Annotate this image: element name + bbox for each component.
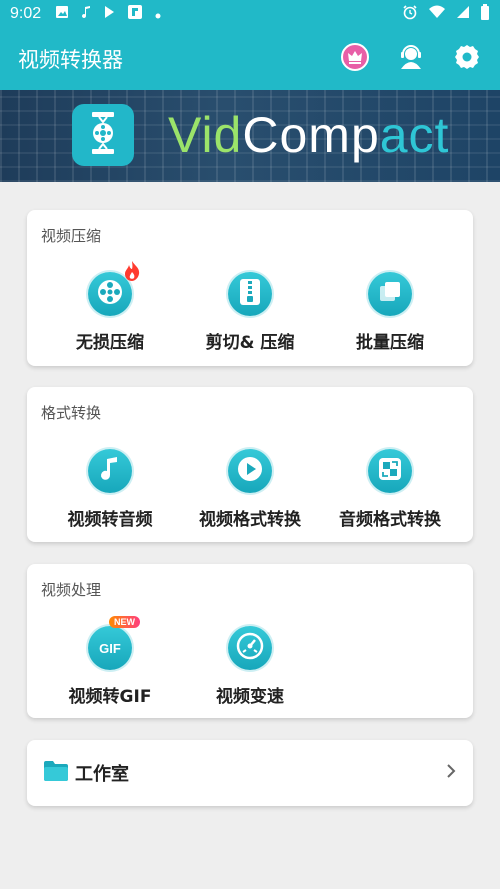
music-note-icon	[97, 455, 123, 487]
fire-icon	[122, 260, 142, 286]
zip-file-icon	[237, 277, 263, 311]
support-agent-icon	[397, 43, 425, 75]
alarm-icon	[402, 4, 418, 24]
lossless-compress-label: 无损压缩	[76, 333, 144, 353]
stack-icon	[376, 278, 404, 310]
convert-icon	[375, 454, 405, 488]
section-format-convert: 格式转换 视频转音频 视频格式转换 音频格式转换	[27, 387, 473, 542]
compress-film-icon	[83, 111, 123, 159]
studio-row[interactable]: 工作室	[27, 740, 473, 806]
lossless-compress-button[interactable]: 无损压缩	[40, 261, 180, 353]
app-title: 视频转换器	[18, 48, 123, 72]
folder-icon	[43, 760, 69, 786]
signal-icon	[456, 5, 470, 23]
speedometer-icon	[235, 631, 265, 665]
banner: VidCompact	[0, 90, 500, 182]
video-to-gif-button[interactable]: GIF NEW 视频转GIF	[40, 616, 180, 707]
batch-compress-button[interactable]: 批量压缩	[320, 272, 460, 353]
settings-button[interactable]	[452, 44, 482, 74]
cut-compress-label: 剪切& 压缩	[205, 333, 295, 353]
video-to-audio-label: 视频转音频	[67, 510, 153, 530]
video-speed-button[interactable]: 视频变速	[180, 626, 320, 707]
film-reel-icon	[95, 277, 125, 311]
play-icon	[235, 454, 265, 488]
battery-icon	[480, 4, 490, 24]
app-bar: 视频转换器	[0, 28, 500, 90]
status-bar: 9:02	[0, 0, 500, 28]
vip-button[interactable]	[340, 43, 370, 75]
section-video-compress: 视频压缩 无损压缩 剪切& 压缩 批量压缩	[27, 210, 473, 366]
image-icon	[55, 5, 69, 23]
new-badge: NEW	[109, 616, 140, 628]
video-to-gif-label: 视频转GIF	[68, 687, 152, 707]
wifi-icon	[428, 5, 446, 23]
gif-icon: GIF	[99, 640, 121, 656]
chevron-right-icon	[445, 763, 457, 783]
audio-format-convert-button[interactable]: 音频格式转换	[320, 449, 460, 530]
vip-crown-icon	[341, 43, 369, 75]
flipboard-icon	[127, 4, 143, 24]
section-title: 格式转换	[41, 404, 102, 422]
video-format-convert-label: 视频格式转换	[199, 510, 301, 530]
play-icon	[103, 5, 115, 23]
studio-label: 工作室	[75, 764, 129, 785]
music-note-icon	[81, 5, 91, 23]
brand-part-3: act	[379, 107, 450, 163]
video-to-audio-button[interactable]: 视频转音频	[40, 449, 180, 530]
cut-compress-button[interactable]: 剪切& 压缩	[180, 272, 320, 353]
batch-compress-label: 批量压缩	[356, 333, 424, 353]
dot-icon	[155, 5, 161, 23]
settings-icon	[453, 43, 481, 75]
status-time: 9:02	[10, 5, 42, 22]
app-logo	[72, 104, 134, 166]
video-format-convert-button[interactable]: 视频格式转换	[180, 449, 320, 530]
section-title: 视频压缩	[41, 227, 102, 245]
video-speed-label: 视频变速	[216, 687, 284, 707]
brand-part-2: Comp	[242, 107, 380, 163]
audio-format-convert-label: 音频格式转换	[339, 510, 441, 530]
brand-name: VidCompact	[168, 106, 449, 164]
brand-part-1: Vid	[168, 107, 243, 163]
section-title: 视频处理	[41, 581, 102, 599]
section-video-process: 视频处理 GIF NEW 视频转GIF 视频变速	[27, 564, 473, 718]
support-button[interactable]	[396, 44, 426, 74]
